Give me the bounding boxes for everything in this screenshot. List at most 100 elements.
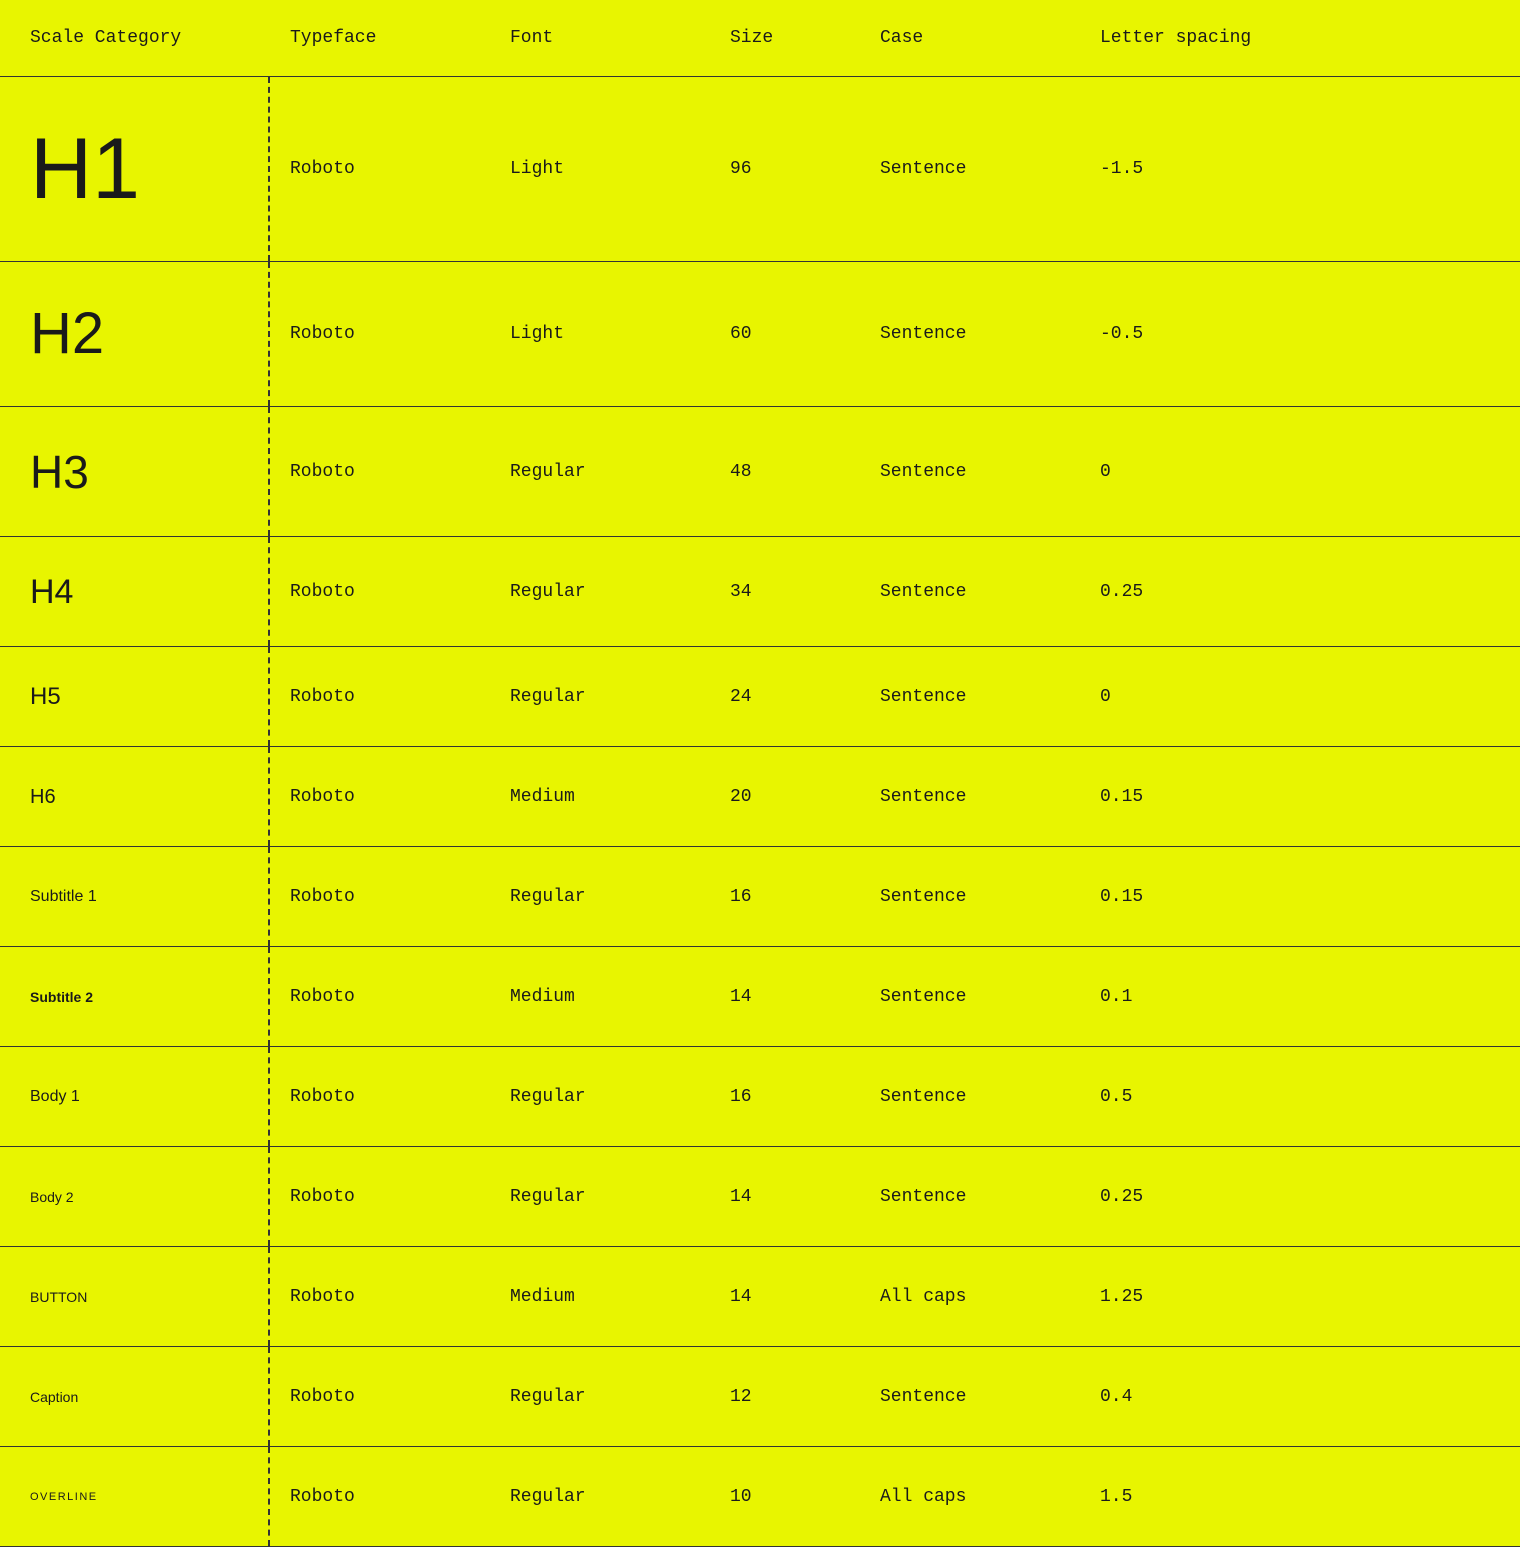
- scale-category-h6: H6: [0, 747, 270, 846]
- table-row: H4 Roboto Regular 34 Sentence 0.25: [0, 537, 1520, 647]
- size-overline: 10: [710, 1467, 860, 1527]
- table-row: H2 Roboto Light 60 Sentence -0.5: [0, 262, 1520, 407]
- case-h2: Sentence: [860, 304, 1080, 364]
- typeface-subtitle1: Roboto: [270, 867, 490, 927]
- scale-category-h1: H1: [0, 77, 270, 261]
- header-size: Size: [710, 0, 860, 76]
- letter-spacing-h4: 0.25: [1080, 562, 1520, 622]
- scale-label-subtitle1: Subtitle 1: [30, 888, 97, 906]
- letter-spacing-button: 1.25: [1080, 1267, 1520, 1327]
- size-h2: 60: [710, 304, 860, 364]
- scale-label-caption: Caption: [30, 1389, 78, 1405]
- scale-label-h3: H3: [30, 449, 89, 495]
- scale-category-overline: OVERLINE: [0, 1447, 270, 1546]
- table-row: Body 1 Roboto Regular 16 Sentence 0.5: [0, 1047, 1520, 1147]
- letter-spacing-h6: 0.15: [1080, 767, 1520, 827]
- header-case: Case: [860, 0, 1080, 76]
- typeface-overline: Roboto: [270, 1467, 490, 1527]
- typeface-h6: Roboto: [270, 767, 490, 827]
- table-row: Subtitle 2 Roboto Medium 14 Sentence 0.1: [0, 947, 1520, 1047]
- table-row: Body 2 Roboto Regular 14 Sentence 0.25: [0, 1147, 1520, 1247]
- scale-label-overline: OVERLINE: [30, 1491, 98, 1503]
- letter-spacing-h2: -0.5: [1080, 304, 1520, 364]
- typeface-caption: Roboto: [270, 1367, 490, 1427]
- case-h5: Sentence: [860, 667, 1080, 727]
- font-h2: Light: [490, 304, 710, 364]
- table-row: Caption Roboto Regular 12 Sentence 0.4: [0, 1347, 1520, 1447]
- header-letter-spacing: Letter spacing: [1080, 0, 1520, 76]
- typography-table: Scale Category Typeface Font Size Case L…: [0, 0, 1520, 1547]
- scale-label-h6: H6: [30, 787, 56, 807]
- size-h5: 24: [710, 667, 860, 727]
- case-overline: All caps: [860, 1467, 1080, 1527]
- size-subtitle1: 16: [710, 867, 860, 927]
- header-scale-category: Scale Category: [0, 0, 270, 76]
- size-button: 14: [710, 1267, 860, 1327]
- letter-spacing-subtitle2: 0.1: [1080, 967, 1520, 1027]
- table-header: Scale Category Typeface Font Size Case L…: [0, 0, 1520, 77]
- size-body1: 16: [710, 1067, 860, 1127]
- letter-spacing-body1: 0.5: [1080, 1067, 1520, 1127]
- case-caption: Sentence: [860, 1367, 1080, 1427]
- letter-spacing-caption: 0.4: [1080, 1367, 1520, 1427]
- case-h4: Sentence: [860, 562, 1080, 622]
- size-body2: 14: [710, 1167, 860, 1227]
- scale-category-body1: Body 1: [0, 1047, 270, 1146]
- case-h1: Sentence: [860, 139, 1080, 199]
- letter-spacing-h3: 0: [1080, 442, 1520, 502]
- font-body2: Regular: [490, 1167, 710, 1227]
- scale-label-body2: Body 2: [30, 1189, 74, 1205]
- font-caption: Regular: [490, 1367, 710, 1427]
- case-subtitle2: Sentence: [860, 967, 1080, 1027]
- size-caption: 12: [710, 1367, 860, 1427]
- font-h5: Regular: [490, 667, 710, 727]
- scale-label-h4: H4: [30, 575, 73, 609]
- scale-category-subtitle1: Subtitle 1: [0, 847, 270, 946]
- scale-label-button: BUTTON: [30, 1289, 87, 1305]
- case-body1: Sentence: [860, 1067, 1080, 1127]
- letter-spacing-subtitle1: 0.15: [1080, 867, 1520, 927]
- table-row: BUTTON Roboto Medium 14 All caps 1.25: [0, 1247, 1520, 1347]
- table-row: OVERLINE Roboto Regular 10 All caps 1.5: [0, 1447, 1520, 1547]
- typeface-h1: Roboto: [270, 139, 490, 199]
- letter-spacing-h5: 0: [1080, 667, 1520, 727]
- table-row: Subtitle 1 Roboto Regular 16 Sentence 0.…: [0, 847, 1520, 947]
- scale-category-body2: Body 2: [0, 1147, 270, 1246]
- letter-spacing-body2: 0.25: [1080, 1167, 1520, 1227]
- scale-label-body1: Body 1: [30, 1088, 80, 1106]
- header-font: Font: [490, 0, 710, 76]
- scale-label-h2: H2: [30, 305, 104, 363]
- size-h6: 20: [710, 767, 860, 827]
- scale-label-subtitle2: Subtitle 2: [30, 989, 93, 1005]
- letter-spacing-overline: 1.5: [1080, 1467, 1520, 1527]
- typeface-button: Roboto: [270, 1267, 490, 1327]
- case-h3: Sentence: [860, 442, 1080, 502]
- font-h3: Regular: [490, 442, 710, 502]
- font-h4: Regular: [490, 562, 710, 622]
- typeface-body1: Roboto: [270, 1067, 490, 1127]
- scale-category-subtitle2: Subtitle 2: [0, 947, 270, 1046]
- table-row: H3 Roboto Regular 48 Sentence 0: [0, 407, 1520, 537]
- case-h6: Sentence: [860, 767, 1080, 827]
- scale-category-h5: H5: [0, 647, 270, 746]
- size-h3: 48: [710, 442, 860, 502]
- size-h4: 34: [710, 562, 860, 622]
- typeface-h4: Roboto: [270, 562, 490, 622]
- typeface-body2: Roboto: [270, 1167, 490, 1227]
- case-body2: Sentence: [860, 1167, 1080, 1227]
- case-button: All caps: [860, 1267, 1080, 1327]
- table-row: H6 Roboto Medium 20 Sentence 0.15: [0, 747, 1520, 847]
- letter-spacing-h1: -1.5: [1080, 139, 1520, 199]
- font-button: Medium: [490, 1267, 710, 1327]
- typeface-h5: Roboto: [270, 667, 490, 727]
- case-subtitle1: Sentence: [860, 867, 1080, 927]
- typeface-h2: Roboto: [270, 304, 490, 364]
- font-overline: Regular: [490, 1467, 710, 1527]
- header-typeface: Typeface: [270, 0, 490, 76]
- font-subtitle2: Medium: [490, 967, 710, 1027]
- scale-category-caption: Caption: [0, 1347, 270, 1446]
- table-row: H1 Roboto Light 96 Sentence -1.5: [0, 77, 1520, 262]
- typeface-subtitle2: Roboto: [270, 967, 490, 1027]
- typeface-h3: Roboto: [270, 442, 490, 502]
- scale-label-h5: H5: [30, 685, 61, 709]
